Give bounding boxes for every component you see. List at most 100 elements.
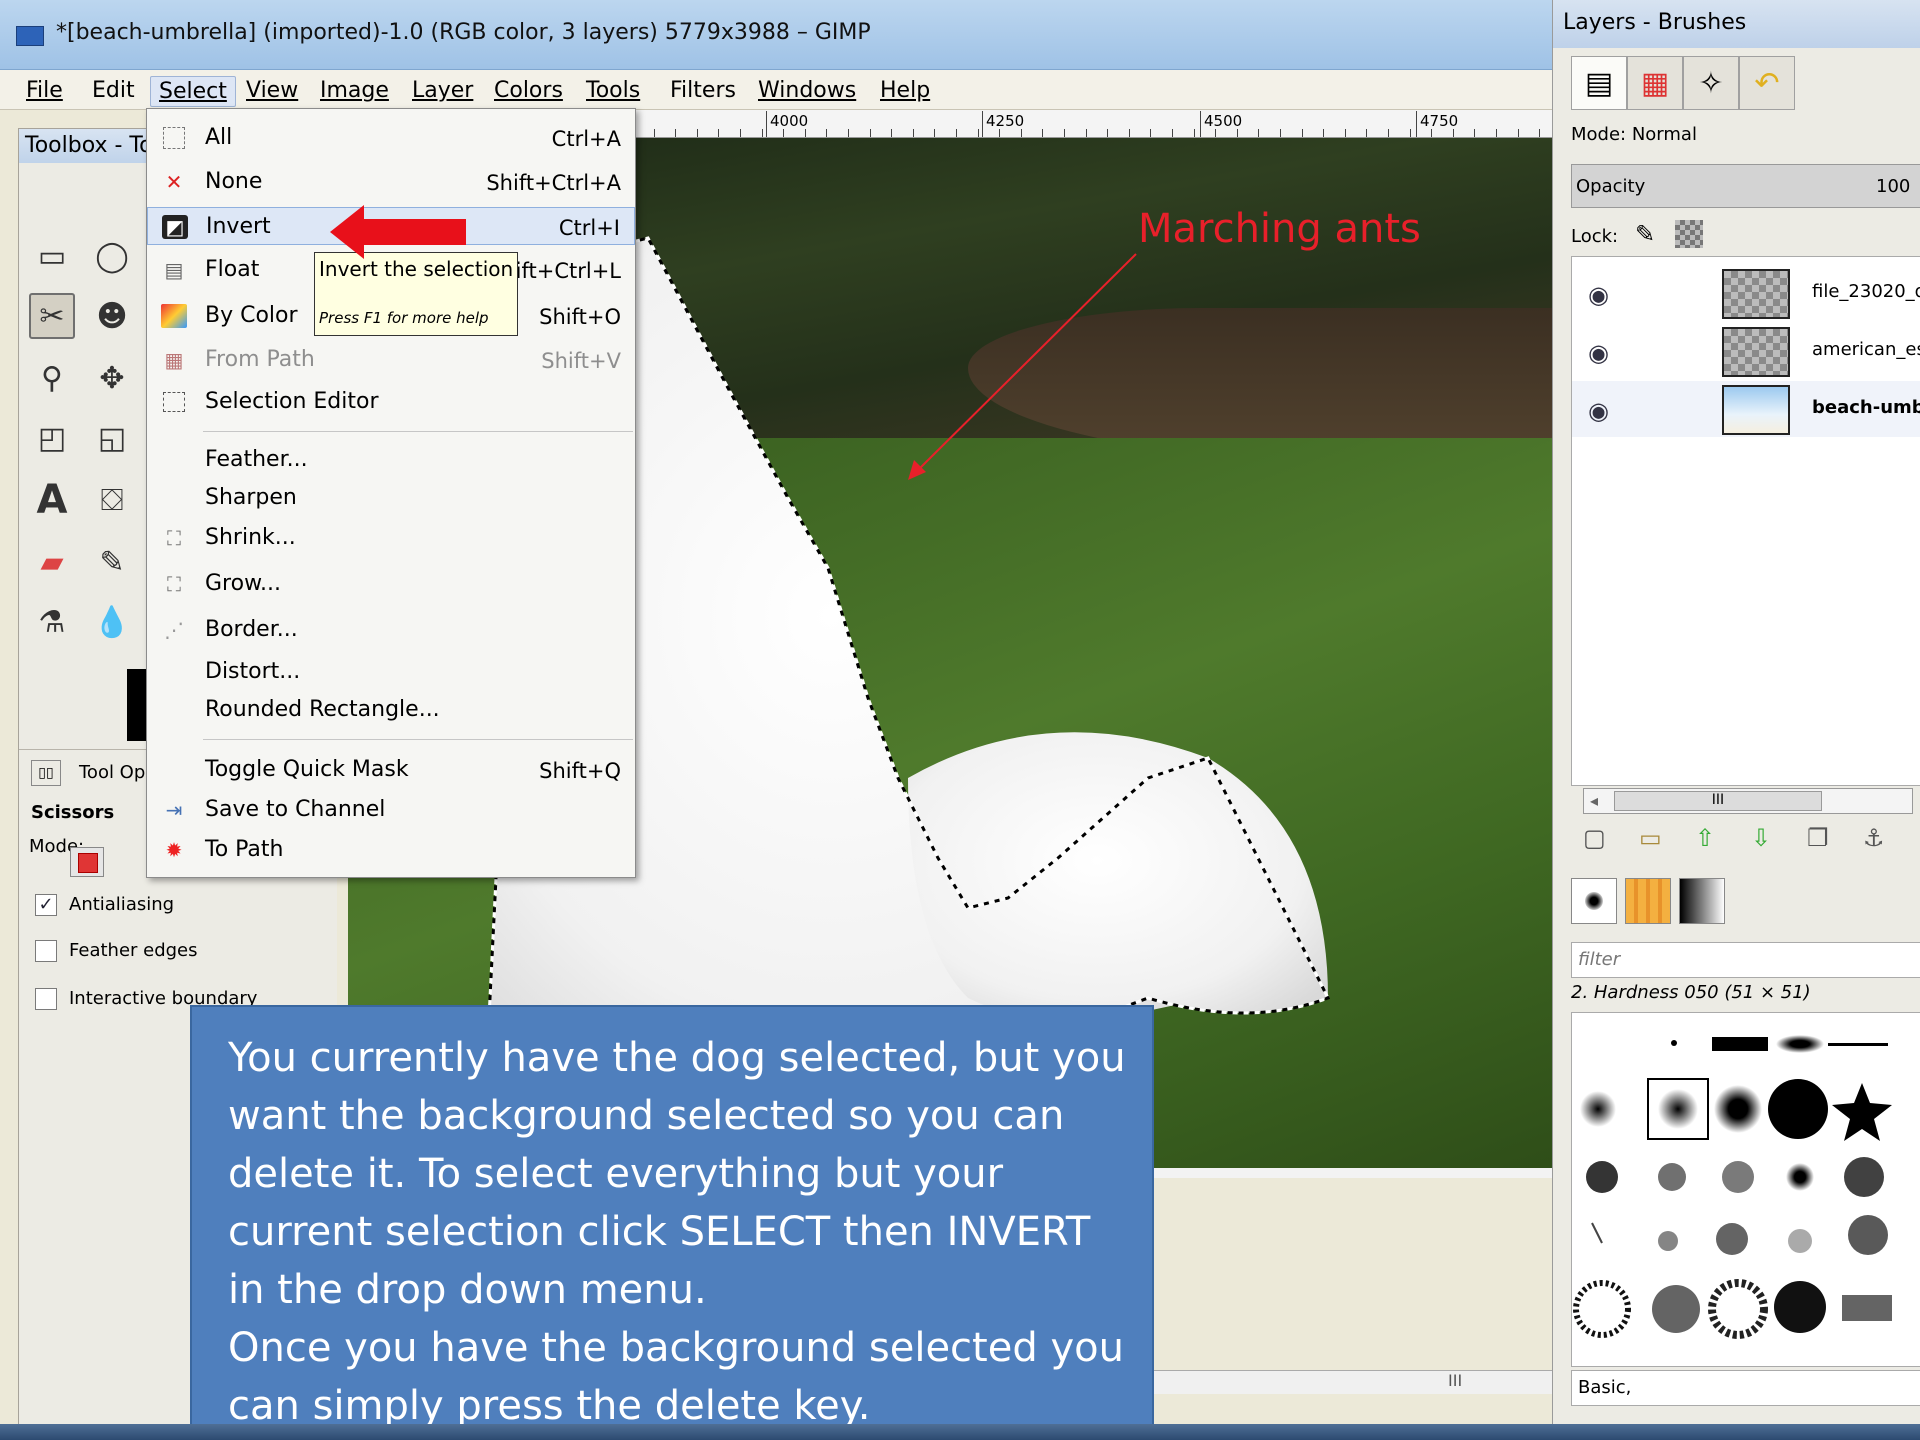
gradients-tab-icon[interactable] [1679,878,1725,924]
menu-item-to-path[interactable]: ✹ To Path [147,831,635,869]
menu-item-rounded-rectangle[interactable]: Rounded Rectangle... [147,691,635,729]
menu-windows[interactable]: Windows [750,76,864,105]
layer-thumbnail [1722,269,1790,319]
menu-tools[interactable]: Tools [578,76,648,105]
menu-item-selection-editor[interactable]: Selection Editor [147,383,635,421]
menu-item-grow[interactable]: ⛶ Grow... [147,565,635,603]
ruler-tick [956,129,957,137]
new-layer-icon[interactable]: ▢ [1583,824,1606,852]
paths-tab-icon[interactable]: ✧ [1683,56,1739,110]
text-tool-icon[interactable]: A [29,477,75,523]
brush-tag-input[interactable]: Basic, [1571,1370,1920,1406]
undo-history-tab-icon[interactable]: ↶ [1739,56,1795,110]
lower-layer-icon[interactable]: ⇩ [1751,824,1771,852]
marching-ants-annotation: Marching ants [1138,206,1421,252]
channels-tab-icon[interactable]: ▦ [1627,56,1683,110]
close-icon: ✕ [165,170,183,194]
menu-item-shrink[interactable]: ⛶ Shrink... [147,519,635,557]
brushes-tab-icon[interactable] [1571,878,1617,924]
tooltip-text: Invert the selection [319,257,514,281]
clone-tool-icon[interactable]: ⚗ [29,599,75,645]
menu-item-sharpen[interactable]: Sharpen [147,479,635,517]
menu-filters[interactable]: Filters [662,76,744,105]
layer-group-icon[interactable]: ▭ [1639,824,1662,852]
blur-tool-icon[interactable]: 💧 [89,599,135,645]
menu-file[interactable]: File [18,76,71,105]
antialiasing-checkbox[interactable]: ✓ [35,894,57,916]
menu-item-none[interactable]: ✕ None Shift+Ctrl+A [147,163,635,201]
paths-tool-icon[interactable]: ⚲ [29,355,75,401]
ruler-tick [1431,129,1432,137]
selection-editor-icon [163,392,185,412]
menu-item-all[interactable]: All Ctrl+A [147,119,635,157]
tool-options-tab-label[interactable]: Tool Op [79,762,145,783]
ruler-tick [762,129,763,137]
feather-edges-checkbox[interactable] [35,940,57,962]
lock-alpha-icon[interactable] [1675,220,1703,248]
eye-icon[interactable]: ◉ [1588,397,1609,425]
ruler-tick [1258,129,1259,137]
raise-layer-icon[interactable]: ⇧ [1695,824,1715,852]
antialiasing-label: Antialiasing [69,894,175,915]
brush-previews [1573,1035,1892,1339]
brush-filter-input[interactable]: filter [1571,942,1920,978]
patterns-tab-icon[interactable] [1625,878,1671,924]
layers-horizontal-scrollbar[interactable]: ◂ III [1583,788,1913,814]
layer-row[interactable]: ◉ file_23020_dach [1572,265,1920,321]
layers-brushes-dock: Layers - Brushes ▤ ▦ ✧ ↶ Mode: Normal Op… [1552,0,1920,1440]
foreground-select-icon[interactable]: ☻ [89,293,135,339]
anchor-layer-icon[interactable]: ⚓ [1863,824,1885,852]
eye-icon[interactable]: ◉ [1588,281,1609,309]
windows-taskbar [0,1424,1920,1440]
menu-item-save-to-channel[interactable]: ⇥ Save to Channel [147,791,635,829]
annotation-arrow-icon [908,253,1137,480]
menu-item-border[interactable]: ⋰ Border... [147,611,635,649]
layer-row[interactable]: ◉ beach-umbrel [1572,381,1920,437]
layer-thumbnail [1722,385,1790,435]
layers-tab-icon[interactable]: ▤ [1571,56,1627,110]
menubar: File Edit Select View Image Layer Colors… [0,70,1552,110]
menu-item-from-path[interactable]: ▦ From Path Shift+V [147,341,635,379]
lock-pixels-icon[interactable]: ✎ [1635,220,1655,248]
select-all-icon [163,127,185,149]
menu-image[interactable]: Image [312,76,397,105]
ruler-tick [1215,129,1216,137]
airbrush-icon[interactable]: ✎ [89,539,135,585]
menu-colors[interactable]: Colors [486,76,571,105]
ruler-tick [826,129,827,137]
grow-icon: ⛶ [167,572,181,596]
scroll-left-icon[interactable]: ◂ [1590,791,1598,810]
interactive-boundary-checkbox[interactable] [35,988,57,1010]
eye-icon[interactable]: ◉ [1588,339,1609,367]
eraser-icon[interactable]: ▰ [29,539,75,585]
scrollbar-thumb[interactable]: III [1614,791,1822,811]
rect-select-icon[interactable]: ▭ [29,233,75,279]
ruler-tick [697,129,698,137]
duplicate-layer-icon[interactable]: ❐ [1807,824,1829,852]
menu-edit[interactable]: Edit [84,76,143,105]
menu-select[interactable]: Select [150,76,236,107]
layer-row[interactable]: ◉ american_eskim [1572,323,1920,379]
perspective-tool-icon[interactable]: ◱ [89,415,135,461]
scissors-select-icon[interactable]: ✂ [29,293,75,339]
menu-item-feather[interactable]: Feather... [147,441,635,479]
mode-replace-button[interactable] [70,847,104,877]
ruler-tick [1453,129,1454,137]
ruler-tick [1539,129,1540,137]
ellipse-select-icon[interactable]: ◯ [89,233,135,279]
ruler-tick [1496,129,1497,137]
menu-layer[interactable]: Layer [404,76,481,105]
ruler-tick [1107,129,1108,137]
move-tool-icon[interactable]: ✥ [89,355,135,401]
scale-tool-icon[interactable]: ◰ [29,415,75,461]
menu-item-toggle-quick-mask[interactable]: Toggle Quick Mask Shift+Q [147,751,635,789]
gimp-app-icon [16,26,44,46]
menu-item-distort[interactable]: Distort... [147,653,635,691]
opacity-slider[interactable]: Opacity 100 [1571,164,1920,208]
menu-separator [203,739,633,740]
bucket-fill-icon[interactable]: ⛋ [89,477,135,523]
menu-help[interactable]: Help [872,76,938,105]
layer-mode-label[interactable]: Mode: Normal [1571,124,1697,145]
menu-view[interactable]: View [238,76,306,105]
brush-grid[interactable] [1571,1012,1920,1367]
